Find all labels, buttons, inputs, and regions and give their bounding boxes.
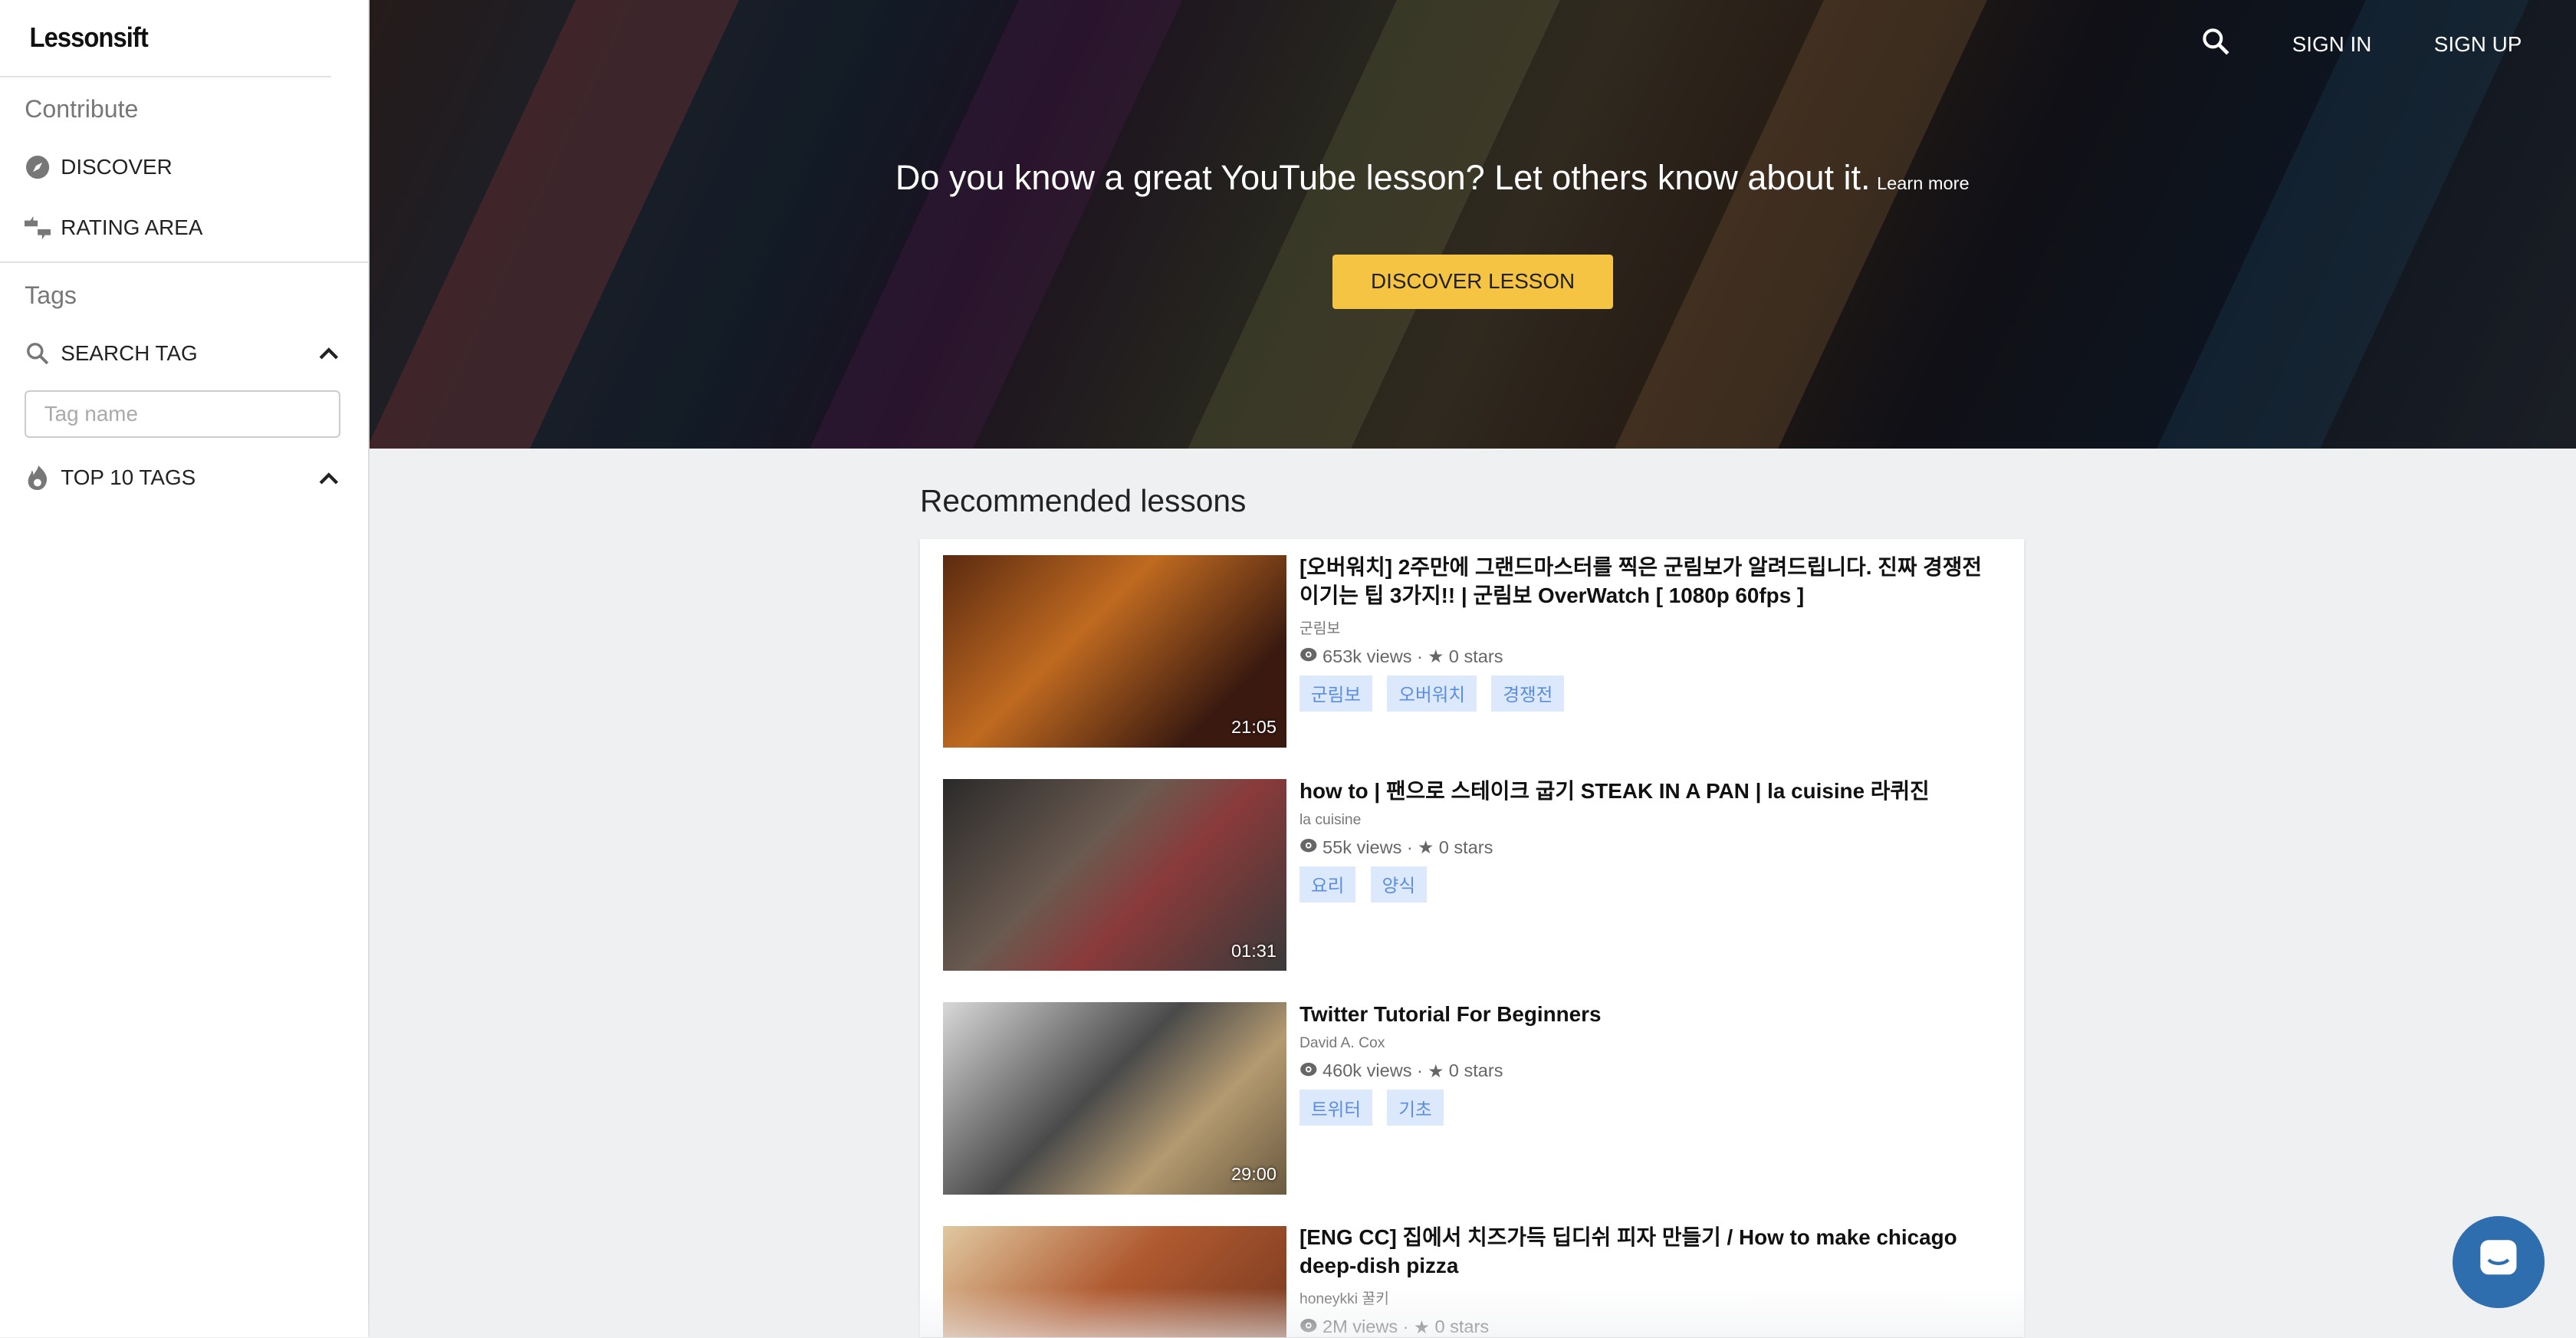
lesson-item[interactable]: 01:31 how to | 팬으로 스테이크 굽기 STEAK IN A PA…: [943, 779, 2011, 971]
hero-message: Do you know a great YouTube lesson? Let …: [895, 158, 1970, 198]
logo[interactable]: Lessonsift: [0, 0, 331, 77]
sidebar-item-rating-area[interactable]: RATING AREA: [0, 198, 368, 258]
sign-up-link[interactable]: SIGN UP: [2434, 32, 2522, 57]
hero-banner: Do you know a great YouTube lesson? Let …: [370, 0, 2576, 449]
search-icon: [25, 340, 51, 366]
bottom-fade: [368, 1288, 2576, 1338]
lesson-item[interactable]: 21:05 [오버워치] 2주만에 그랜드마스터를 찍은 군림보가 알려드립니다…: [943, 555, 2011, 748]
star-icon: ★: [1428, 646, 1444, 667]
top-10-tags-label: TOP 10 TAGS: [61, 465, 196, 490]
lesson-title[interactable]: [ENG CC] 집에서 치즈가득 딥디쉬 피자 만들기 / How to ma…: [1300, 1224, 1998, 1280]
tag-list: 요리 양식: [1300, 866, 1998, 902]
star-count: 0 stars: [1448, 646, 1503, 666]
view-count: 460k views: [1322, 1060, 1412, 1081]
lesson-meta: 460k views · ★ 0 stars: [1300, 1060, 1998, 1082]
eye-icon: [1300, 646, 1318, 667]
lesson-item[interactable]: 29:00 Twitter Tutorial For Beginners Dav…: [943, 1002, 2011, 1195]
tag-list: 군림보 오버워치 경쟁전: [1300, 675, 1998, 712]
fire-icon: [25, 465, 51, 491]
star-count: 0 stars: [1438, 837, 1493, 857]
lesson-info: Twitter Tutorial For Beginners David A. …: [1300, 1002, 1998, 1126]
duration: 29:00: [1231, 1163, 1276, 1184]
eye-icon: [1300, 1060, 1318, 1081]
lesson-thumbnail[interactable]: 21:05: [943, 555, 1286, 748]
separator: ·: [1416, 1060, 1423, 1081]
lesson-info: [오버워치] 2주만에 그랜드마스터를 찍은 군림보가 알려드립니다. 진짜 경…: [1300, 555, 1998, 712]
eye-icon: [1300, 837, 1318, 858]
chevron-up-icon[interactable]: [319, 465, 339, 490]
view-count: 653k views: [1322, 646, 1412, 666]
search-tag-toggle[interactable]: SEARCH TAG: [0, 323, 368, 383]
tags-heading: Tags: [25, 281, 77, 309]
contribute-heading: Contribute: [25, 95, 139, 123]
channel-name: la cuisine: [1300, 811, 1362, 828]
sidebar-item-discover[interactable]: DISCOVER: [0, 136, 368, 197]
sidebar: Lessonsift Contribute DISCOVER RATING AR…: [0, 0, 370, 1338]
search-tag-label: SEARCH TAG: [61, 340, 198, 365]
sign-in-link[interactable]: SIGN IN: [2292, 32, 2372, 57]
channel-name: David A. Cox: [1300, 1034, 1385, 1051]
tag-chip[interactable]: 경쟁전: [1491, 675, 1565, 712]
lesson-meta: 55k views · ★ 0 stars: [1300, 837, 1998, 858]
view-count: 55k views: [1322, 837, 1402, 857]
star-icon: ★: [1428, 1060, 1444, 1081]
tag-chip[interactable]: 양식: [1370, 866, 1427, 902]
section-title: Recommended lessons: [920, 483, 1247, 518]
discover-label: DISCOVER: [61, 154, 172, 179]
tag-list: 트위터 기초: [1300, 1090, 1998, 1126]
compass-icon: [25, 154, 51, 180]
discover-lesson-button[interactable]: DISCOVER LESSON: [1332, 255, 1614, 309]
top-nav: SIGN IN SIGN UP: [2202, 28, 2522, 61]
tag-chip[interactable]: 군림보: [1300, 675, 1373, 712]
chat-button[interactable]: [2453, 1215, 2545, 1308]
lesson-meta: 653k views · ★ 0 stars: [1300, 646, 1998, 667]
hero-text: Do you know a great YouTube lesson? Let …: [895, 157, 1871, 197]
star-count: 0 stars: [1448, 1060, 1503, 1081]
hero-overlay: [370, 0, 2576, 449]
lesson-title[interactable]: how to | 팬으로 스테이크 굽기 STEAK IN A PAN | la…: [1300, 777, 1998, 805]
lesson-thumbnail[interactable]: 29:00: [943, 1002, 1286, 1195]
divider: [0, 261, 368, 264]
tag-chip[interactable]: 기초: [1387, 1090, 1444, 1126]
lesson-list: 21:05 [오버워치] 2주만에 그랜드마스터를 찍은 군림보가 알려드립니다…: [920, 538, 2024, 1338]
lesson-info: how to | 팬으로 스테이크 굽기 STEAK IN A PAN | la…: [1300, 779, 1998, 902]
search-icon[interactable]: [2202, 28, 2229, 61]
chevron-up-icon[interactable]: [319, 341, 339, 366]
learn-more-link[interactable]: Learn more: [1877, 173, 1970, 193]
tag-chip[interactable]: 요리: [1300, 866, 1356, 902]
duration: 21:05: [1231, 717, 1276, 738]
star-icon: ★: [1418, 837, 1434, 858]
separator: ·: [1406, 837, 1413, 857]
lesson-thumbnail[interactable]: 01:31: [943, 778, 1286, 971]
rating-area-label: RATING AREA: [61, 215, 203, 240]
chat-icon: [2477, 1237, 2520, 1287]
lesson-title[interactable]: Twitter Tutorial For Beginners: [1300, 1001, 1998, 1028]
thumbs-icon: [25, 215, 51, 241]
top-10-tags-toggle[interactable]: TOP 10 TAGS: [0, 448, 368, 508]
tag-chip[interactable]: 오버워치: [1387, 675, 1477, 712]
channel-name: 군림보: [1300, 620, 1341, 637]
duration: 01:31: [1231, 940, 1276, 961]
tag-name-input[interactable]: [25, 390, 340, 438]
lesson-title[interactable]: [오버워치] 2주만에 그랜드마스터를 찍은 군림보가 알려드립니다. 진짜 경…: [1300, 554, 1998, 610]
separator: ·: [1416, 646, 1423, 666]
tag-chip[interactable]: 트위터: [1300, 1090, 1373, 1126]
